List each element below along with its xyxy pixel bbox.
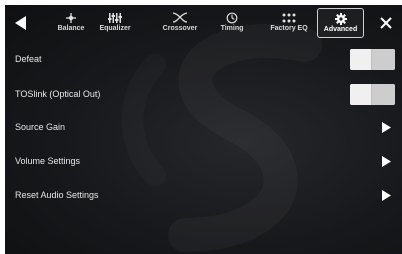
crossover-icon bbox=[172, 12, 188, 23]
setting-row-toslink[interactable]: TOSlink (Optical Out) bbox=[5, 80, 402, 108]
tab-crossover-label: Crossover bbox=[162, 25, 198, 32]
top-navigation-bar: Balance Equalizer Crossover Timing Facto… bbox=[5, 5, 402, 42]
close-icon bbox=[380, 17, 392, 29]
tab-equalizer[interactable]: Equalizer bbox=[94, 8, 136, 38]
close-button[interactable] bbox=[376, 13, 396, 33]
toggle-off-segment bbox=[350, 83, 371, 105]
gear-icon bbox=[334, 13, 347, 25]
setting-row-defeat[interactable]: Defeat bbox=[5, 45, 402, 73]
setting-row-volume-settings[interactable]: Volume Settings bbox=[5, 147, 402, 175]
setting-label: Reset Audio Settings bbox=[15, 190, 99, 200]
chevron-right-icon bbox=[381, 121, 391, 133]
tab-balance-label: Balance bbox=[57, 25, 85, 32]
setting-row-reset-audio[interactable]: Reset Audio Settings bbox=[5, 181, 402, 209]
advanced-settings-screen: Balance Equalizer Crossover Timing Facto… bbox=[5, 5, 402, 254]
tab-equalizer-label: Equalizer bbox=[99, 25, 131, 32]
balance-icon bbox=[66, 13, 76, 23]
chevron-right-icon bbox=[381, 189, 391, 201]
back-button[interactable] bbox=[11, 13, 31, 33]
defeat-toggle[interactable] bbox=[350, 48, 395, 70]
equalizer-icon bbox=[108, 13, 122, 23]
back-arrow-icon bbox=[15, 16, 26, 30]
setting-label: Source Gain bbox=[15, 122, 66, 132]
toggle-knob bbox=[371, 83, 395, 105]
tab-balance[interactable]: Balance bbox=[53, 8, 89, 38]
setting-row-source-gain[interactable]: Source Gain bbox=[5, 113, 402, 141]
tab-crossover[interactable]: Crossover bbox=[157, 8, 203, 38]
setting-label: Defeat bbox=[15, 54, 42, 64]
tab-timing[interactable]: Timing bbox=[216, 8, 248, 38]
tab-advanced[interactable]: Advanced bbox=[317, 8, 364, 38]
tab-factory-eq-label: Factory EQ bbox=[270, 25, 308, 32]
factory-eq-icon bbox=[282, 13, 296, 23]
toggle-off-segment bbox=[350, 48, 371, 70]
setting-label: Volume Settings bbox=[15, 156, 81, 166]
tab-factory-eq[interactable]: Factory EQ bbox=[266, 8, 312, 38]
timing-icon bbox=[226, 12, 238, 24]
toslink-toggle[interactable] bbox=[350, 83, 395, 105]
toggle-knob bbox=[371, 48, 395, 70]
setting-label: TOSlink (Optical Out) bbox=[15, 89, 101, 99]
tab-timing-label: Timing bbox=[220, 25, 244, 32]
tab-advanced-label: Advanced bbox=[323, 26, 358, 33]
chevron-right-icon bbox=[381, 155, 391, 167]
